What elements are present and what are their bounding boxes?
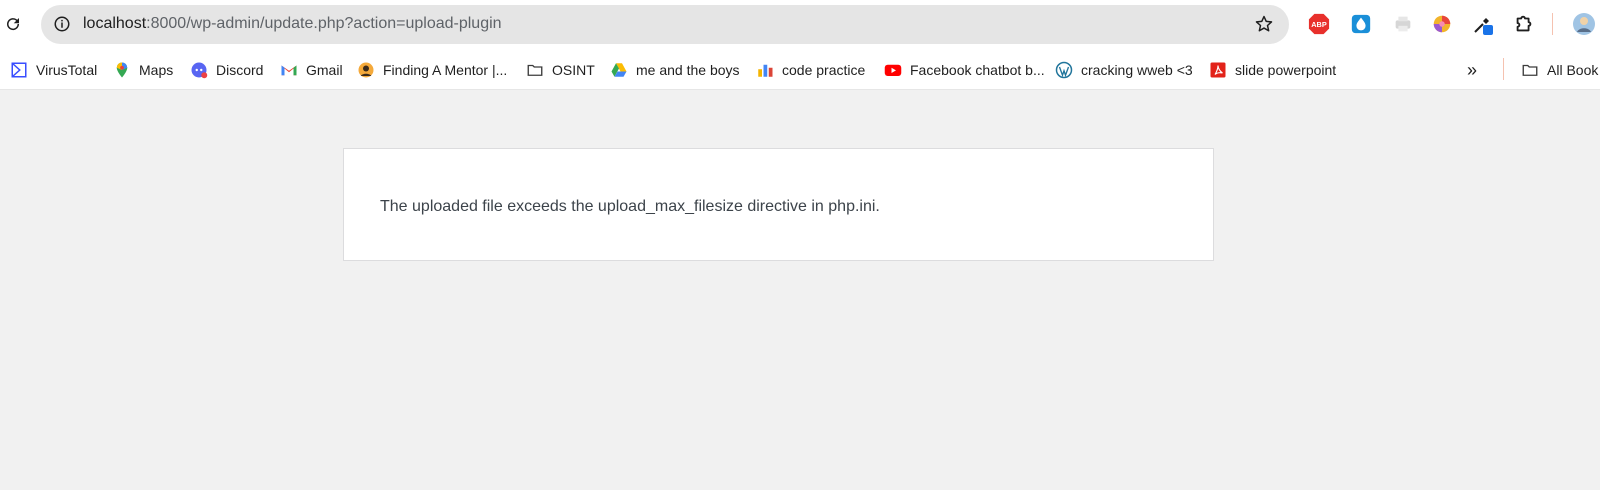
eyedropper-extension-icon[interactable] [1471, 12, 1495, 36]
reload-icon[interactable] [2, 13, 24, 35]
bookmarks-overflow-button[interactable]: » [1467, 57, 1477, 83]
error-message: The uploaded file exceeds the upload_max… [380, 198, 880, 215]
url-text[interactable]: localhost:8000/wp-admin/update.php?actio… [83, 15, 502, 33]
bookmark-maps[interactable]: Maps [113, 57, 173, 83]
profile-avatar-icon[interactable] [1572, 12, 1596, 36]
all-bookmarks-button[interactable]: All Book [1521, 57, 1598, 83]
maps-pin-icon [113, 61, 131, 79]
virustotal-icon [10, 61, 28, 79]
bookmark-label: Facebook chatbot b... [910, 62, 1045, 78]
url-path: :8000/wp-admin/update.php?action=upload-… [146, 15, 502, 32]
folder-icon [526, 61, 544, 79]
bookmark-code-practice[interactable]: code practice [756, 57, 865, 83]
overflow-chevron-icon: » [1467, 59, 1478, 80]
bookmark-label: OSINT [552, 62, 595, 78]
adblock-label: ABP [1311, 20, 1327, 29]
bookmark-label: Maps [139, 62, 174, 78]
colorful-circle-extension-icon[interactable] [1430, 12, 1454, 36]
address-bar[interactable]: localhost:8000/wp-admin/update.php?actio… [41, 5, 1289, 44]
gmail-icon [280, 61, 298, 79]
bookmarks-bar: VirusTotal Maps Discord Gmail Finding A … [0, 50, 1600, 90]
folder-icon [1521, 61, 1539, 79]
printer-extension-icon[interactable] [1391, 12, 1415, 36]
all-bookmarks-label: All Book [1547, 62, 1599, 78]
discord-icon [190, 61, 208, 79]
bookmark-osint[interactable]: OSINT [526, 57, 595, 83]
bookmarks-divider [1503, 58, 1504, 80]
bookmark-discord[interactable]: Discord [190, 57, 263, 83]
bookmark-label: Finding A Mentor |... [383, 62, 508, 78]
url-host: localhost [83, 15, 147, 32]
water-drop-extension-icon[interactable] [1349, 12, 1373, 36]
bookmark-finding-a-mentor[interactable]: Finding A Mentor |... [357, 57, 507, 83]
bookmark-virustotal[interactable]: VirusTotal [10, 57, 97, 83]
youtube-icon [884, 61, 902, 79]
bookmark-label: me and the boys [636, 62, 740, 78]
bookmark-label: slide powerpoint [1235, 62, 1337, 78]
bookmark-label: Discord [216, 62, 264, 78]
info-icon[interactable] [51, 13, 73, 35]
bookmark-label: VirusTotal [36, 62, 98, 78]
google-drive-icon [610, 61, 628, 79]
bookmark-gmail[interactable]: Gmail [280, 57, 343, 83]
page-content: The uploaded file exceeds the upload_max… [0, 90, 1600, 490]
bookmark-cracking-wweb[interactable]: cracking wweb <3 [1055, 57, 1193, 83]
bookmark-slide-powerpoint[interactable]: slide powerpoint [1209, 57, 1336, 83]
wordpress-icon [1055, 61, 1073, 79]
bookmark-label: Gmail [306, 62, 343, 78]
bookmark-me-and-the-boys[interactable]: me and the boys [610, 57, 740, 83]
bar-chart-icon [756, 61, 774, 79]
bookmark-label: code practice [782, 62, 866, 78]
toolbar-divider [1552, 13, 1553, 35]
browser-toolbar: localhost:8000/wp-admin/update.php?actio… [0, 0, 1600, 50]
bookmark-label: cracking wweb <3 [1081, 62, 1193, 78]
adblock-plus-icon[interactable]: ABP [1307, 12, 1331, 36]
acrobat-icon [1209, 61, 1227, 79]
star-icon[interactable] [1253, 13, 1275, 35]
bookmark-facebook-chatbot[interactable]: Facebook chatbot b... [884, 57, 1045, 83]
mentor-avatar-icon [357, 61, 375, 79]
error-notice: The uploaded file exceeds the upload_max… [343, 148, 1214, 261]
puzzle-extensions-icon[interactable] [1512, 12, 1536, 36]
